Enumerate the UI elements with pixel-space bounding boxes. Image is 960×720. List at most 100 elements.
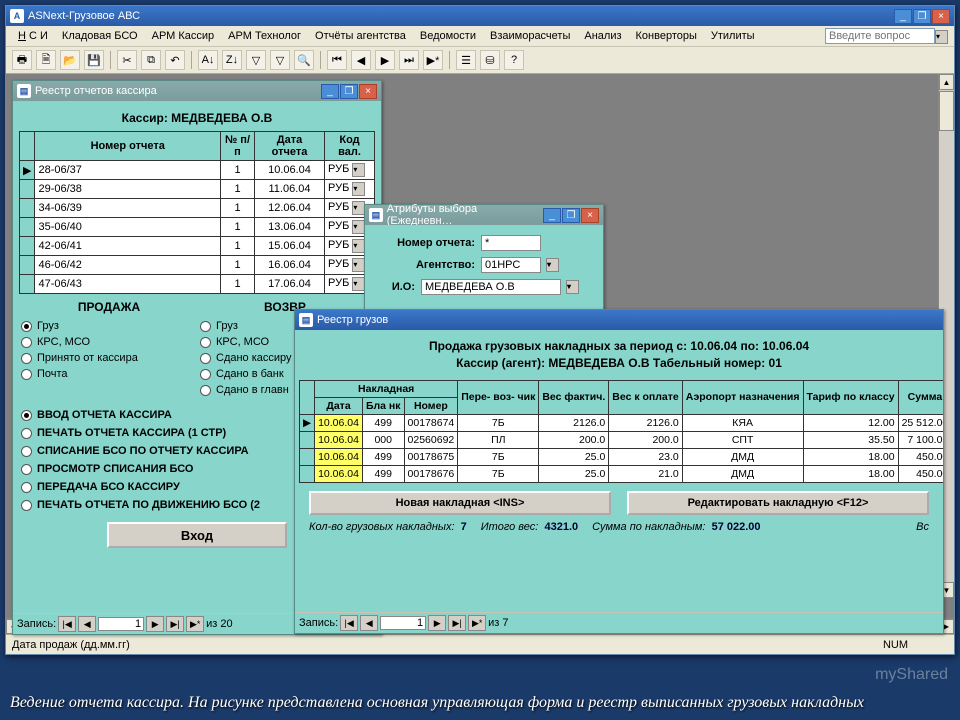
radio-icon[interactable] — [21, 353, 32, 364]
tb-new-icon[interactable]: ▶* — [423, 50, 443, 70]
tb-undo-icon[interactable]: ↶ — [165, 50, 185, 70]
cargo-titlebar[interactable]: ▤ Реестр грузов — [295, 310, 943, 330]
attr-fio-field[interactable]: МЕДВЕДЕВА О.В — [421, 279, 561, 295]
nav-first-icon[interactable]: |◀ — [340, 615, 358, 631]
tb-sort-desc-icon[interactable]: Z↓ — [222, 50, 242, 70]
col-wfact[interactable]: Вес фактич. — [539, 380, 609, 414]
menu-convert[interactable]: Конверторы — [630, 28, 703, 44]
attr-agency-drop-icon[interactable]: ▾ — [546, 258, 559, 272]
tb-filter2-icon[interactable]: ▽ — [270, 50, 290, 70]
attr-max-button[interactable]: ❐ — [562, 208, 580, 223]
radio-icon[interactable] — [200, 337, 211, 348]
attr-min-button[interactable]: _ — [543, 208, 561, 223]
table-row[interactable]: 10.06.0400002560692 ПЛ200.0200.0 СПТ35.5… — [300, 431, 944, 448]
nav-first-icon[interactable]: |◀ — [58, 616, 76, 632]
tb-find-icon[interactable]: 🔍 — [294, 50, 314, 70]
tb-open-icon[interactable]: 📂 — [60, 50, 80, 70]
col-cur[interactable]: Код вал. — [325, 132, 375, 161]
radio-icon[interactable] — [21, 410, 32, 421]
menu-reports[interactable]: Отчёты агентства — [309, 28, 412, 44]
menu-analiz[interactable]: Анализ — [578, 28, 627, 44]
menu-utilit[interactable]: Утилиты — [705, 28, 761, 44]
radio-icon[interactable] — [21, 482, 32, 493]
table-row[interactable]: 47-06/43 1 17.06.04 РУБ ▾ — [20, 275, 375, 294]
radio-icon[interactable] — [21, 446, 32, 457]
tb-props-icon[interactable]: ☰ — [456, 50, 476, 70]
ask-input[interactable] — [825, 28, 935, 44]
nav-next-icon[interactable]: ▶ — [428, 615, 446, 631]
radio-option[interactable]: Принято от кассира — [21, 352, 194, 364]
tb-last-icon[interactable]: ⏭ — [399, 50, 419, 70]
tb-filter-icon[interactable]: ▽ — [246, 50, 266, 70]
ask-dropdown-icon[interactable]: ▾ — [935, 30, 948, 44]
reports-close-button[interactable]: × — [359, 84, 377, 99]
menu-arm-technolog[interactable]: АРМ Технолог — [222, 28, 307, 44]
attr-fio-drop-icon[interactable]: ▾ — [566, 280, 579, 294]
radio-icon[interactable] — [21, 321, 32, 332]
col-tariff[interactable]: Тариф по классу — [803, 380, 898, 414]
dropdown-icon[interactable]: ▾ — [352, 182, 365, 196]
menu-vzaimo[interactable]: Взаиморасчеты — [484, 28, 576, 44]
nav-next-icon[interactable]: ▶ — [146, 616, 164, 632]
menu-vedomosti[interactable]: Ведомости — [414, 28, 482, 44]
tb-db-icon[interactable]: ⛁ — [480, 50, 500, 70]
nav-last-icon[interactable]: ▶| — [166, 616, 184, 632]
table-row[interactable]: 10.06.0449900178675 7Б25.023.0 ДМД18.004… — [300, 448, 944, 465]
radio-icon[interactable] — [21, 337, 32, 348]
table-row[interactable]: 29-06/38 1 11.06.04 РУБ ▾ — [20, 180, 375, 199]
dropdown-icon[interactable]: ▾ — [352, 163, 365, 177]
radio-icon[interactable] — [21, 428, 32, 439]
radio-option[interactable]: Почта — [21, 368, 194, 380]
col-report-no[interactable]: Номер отчета — [35, 132, 221, 161]
tb-save-icon[interactable]: 💾 — [84, 50, 104, 70]
radio-option[interactable]: КРС, МСО — [21, 336, 194, 348]
nav-new-icon[interactable]: ▶* — [186, 616, 204, 632]
radio-icon[interactable] — [200, 321, 211, 332]
reports-max-button[interactable]: ❐ — [340, 84, 358, 99]
col-nakladnaya[interactable]: Накладная — [315, 380, 458, 397]
table-row[interactable]: 46-06/42 1 16.06.04 РУБ ▾ — [20, 256, 375, 275]
attr-titlebar[interactable]: ▤ Атрибуты выбора (Ежедневн… _ ❐ × — [365, 205, 603, 225]
col-blank[interactable]: Бла нк — [362, 397, 404, 414]
radio-icon[interactable] — [200, 369, 211, 380]
col-carrier[interactable]: Пере- воз- чик — [458, 380, 539, 414]
nav-prev-icon[interactable]: ◀ — [360, 615, 378, 631]
radio-icon[interactable] — [200, 353, 211, 364]
table-row[interactable]: 35-06/40 1 13.06.04 РУБ ▾ — [20, 218, 375, 237]
nav-current[interactable] — [98, 617, 144, 631]
radio-icon[interactable] — [21, 500, 32, 511]
nav-prev-icon[interactable]: ◀ — [78, 616, 96, 632]
col-date[interactable]: Дата — [315, 397, 363, 414]
tb-sort-asc-icon[interactable]: A↓ — [198, 50, 218, 70]
tb-preview-icon[interactable]: 🗎 — [36, 50, 56, 70]
radio-option[interactable]: Груз — [21, 320, 194, 332]
col-dest[interactable]: Аэропорт назначения — [682, 380, 803, 414]
tb-cut-icon[interactable]: ✂ — [117, 50, 137, 70]
menu-nsi[interactable]: Н С И — [12, 28, 54, 44]
radio-icon[interactable] — [200, 385, 211, 396]
cargo-table[interactable]: Накладная Пере- воз- чик Вес фактич. Вес… — [299, 380, 943, 483]
tb-next-icon[interactable]: ▶ — [375, 50, 395, 70]
menu-arm-kassir[interactable]: АРМ Кассир — [146, 28, 221, 44]
scroll-up-icon[interactable]: ▲ — [939, 74, 954, 90]
table-row[interactable]: 34-06/39 1 12.06.04 РУБ ▾ — [20, 199, 375, 218]
edit-waybill-button[interactable]: Редактировать накладную <F12> — [627, 491, 929, 515]
menu-kladovaya[interactable]: Кладовая БСО — [56, 28, 144, 44]
radio-icon[interactable] — [21, 369, 32, 380]
tb-copy-icon[interactable]: ⧉ — [141, 50, 161, 70]
reports-min-button[interactable]: _ — [321, 84, 339, 99]
table-row[interactable]: ▶ 28-06/37 1 10.06.04 РУБ ▾ — [20, 161, 375, 180]
col-date[interactable]: Дата отчета — [255, 132, 325, 161]
restore-button[interactable]: ❐ — [913, 9, 931, 24]
col-number[interactable]: Номер — [404, 397, 458, 414]
table-row[interactable]: 42-06/41 1 15.06.04 РУБ ▾ — [20, 237, 375, 256]
tb-help-icon[interactable]: ? — [504, 50, 524, 70]
col-pp[interactable]: № п/п — [221, 132, 255, 161]
new-waybill-button[interactable]: Новая накладная <INS> — [309, 491, 611, 515]
attr-report-field[interactable]: * — [481, 235, 541, 251]
close-button[interactable]: × — [932, 9, 950, 24]
attr-agency-field[interactable]: 01НРС — [481, 257, 541, 273]
tb-prev-icon[interactable]: ◀ — [351, 50, 371, 70]
col-wpay[interactable]: Вес к оплате — [609, 380, 682, 414]
attr-close-button[interactable]: × — [581, 208, 599, 223]
